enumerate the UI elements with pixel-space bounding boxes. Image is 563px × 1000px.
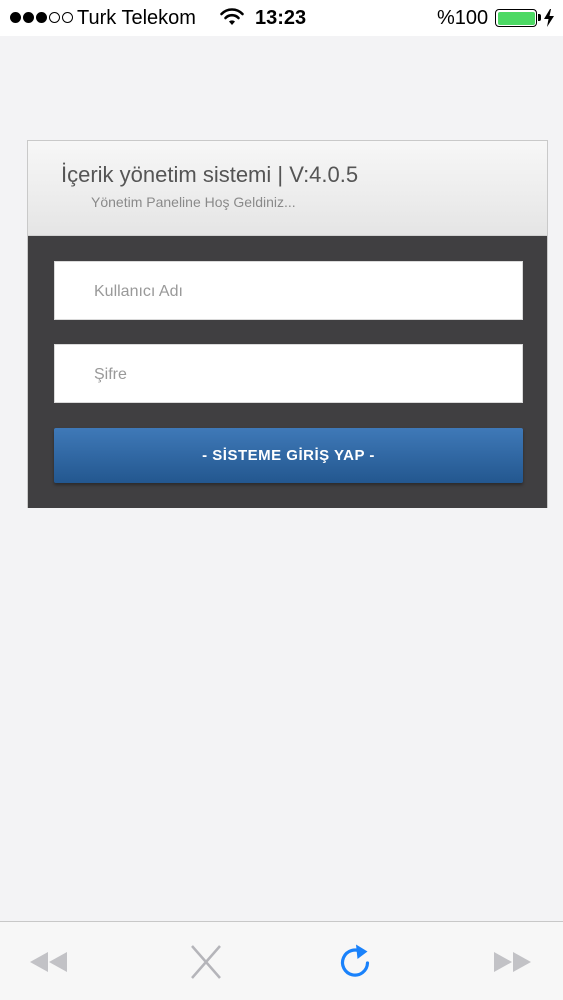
forward-icon[interactable] [490, 942, 534, 982]
welcome-subtitle: Yönetim Paneline Hoş Geldiniz... [91, 194, 296, 210]
page-title: İçerik yönetim sistemi | V:4.0.5 [61, 162, 359, 187]
clock: 13:23 [255, 7, 307, 29]
carrier-name: Turk Telekom [77, 7, 196, 29]
charging-bolt-icon [543, 8, 555, 34]
back-icon[interactable] [27, 942, 71, 982]
status-bar: Turk Telekom 13:23 %100 [0, 0, 563, 36]
reload-icon[interactable] [335, 942, 379, 982]
login-form: Kullanıcı Adı Şifre - SİSTEME GİRİŞ YAP … [28, 236, 547, 508]
battery-icon [495, 9, 541, 27]
login-submit-button[interactable]: - SİSTEME GİRİŞ YAP - [54, 428, 523, 483]
password-input[interactable]: Şifre [54, 344, 523, 403]
login-card-header: İçerik yönetim sistemi | V:4.0.5 Yönetim… [28, 141, 547, 236]
battery-percentage: %100 [437, 7, 489, 29]
login-card: İçerik yönetim sistemi | V:4.0.5 Yönetim… [27, 140, 548, 508]
username-input[interactable]: Kullanıcı Adı [54, 261, 523, 320]
stop-icon[interactable] [184, 942, 228, 982]
wifi-icon [219, 7, 245, 33]
signal-strength-icon [10, 12, 73, 23]
browser-toolbar [0, 921, 563, 1000]
screen: Turk Telekom 13:23 %100 İçerik yönetim s… [0, 0, 563, 1000]
